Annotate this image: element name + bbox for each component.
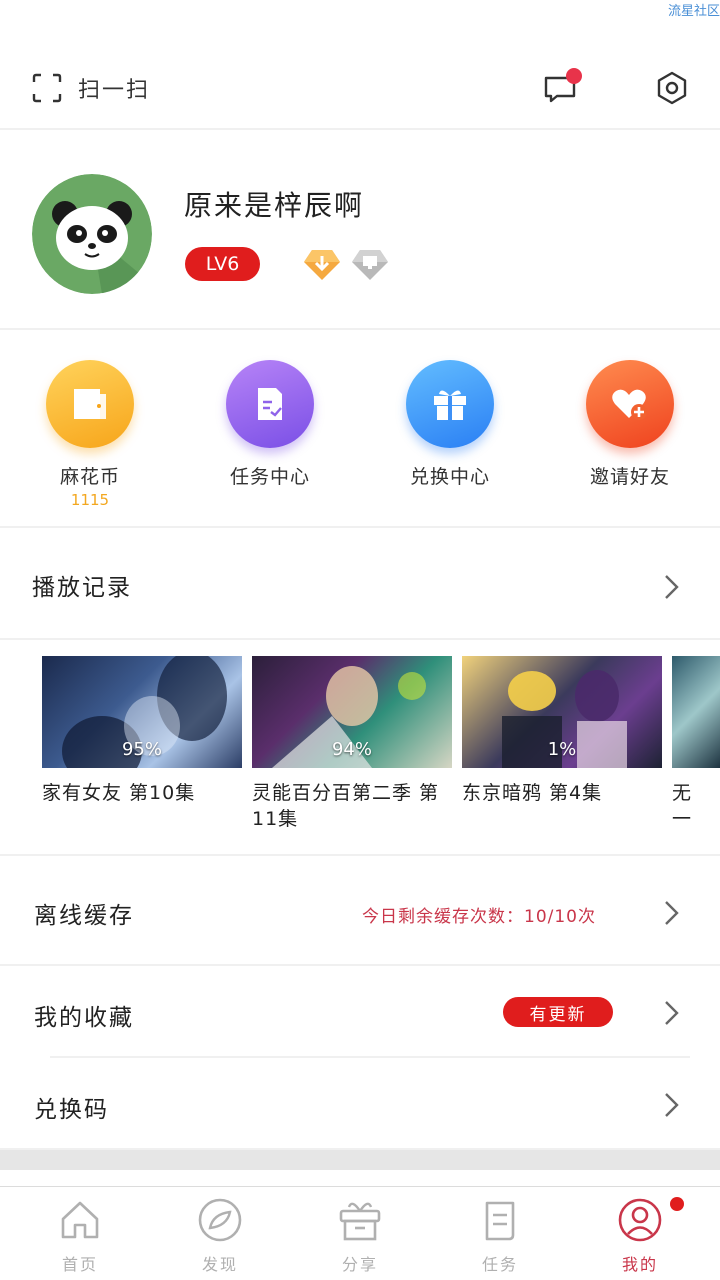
history-title: 家有女友 第10集 [42, 782, 196, 804]
task-doc-icon [226, 360, 314, 448]
chevron-right-icon [665, 1001, 679, 1025]
gift-icon [406, 360, 494, 448]
favorites-row[interactable]: 我的收藏 有更新 [0, 968, 720, 1058]
task-icon [485, 1201, 515, 1241]
home-icon [61, 1201, 99, 1239]
history-progress: 1% [547, 739, 577, 760]
history-title: 无一 [672, 782, 693, 830]
nav-profile[interactable]: 我的 [570, 1197, 710, 1275]
profile-icon [618, 1198, 662, 1242]
nav-share[interactable]: 分享 [290, 1197, 430, 1275]
exchange-center-label: 兑换中心 [409, 466, 490, 488]
scan-label: 扫一扫 [78, 78, 151, 103]
discover-icon [198, 1198, 242, 1242]
offline-cache-row[interactable]: 离线缓存 今日剩余缓存次数：10/10次 [0, 856, 720, 966]
favorites-title: 我的收藏 [34, 1005, 134, 1031]
share-box-icon [339, 1202, 381, 1241]
history-thumbnail: 1% [462, 656, 662, 768]
scan-icon [32, 73, 62, 103]
monitor-diamond-badge-icon[interactable] [350, 244, 390, 284]
history-thumbnail: 95% [42, 656, 242, 768]
history-item[interactable]: 无一 [672, 656, 720, 832]
status-watermark: 流星社区 [667, 4, 720, 19]
coin-balance: 1115 [70, 491, 110, 509]
avatar[interactable] [32, 174, 152, 294]
section-gap [0, 1150, 720, 1170]
task-center-label: 任务中心 [229, 466, 310, 488]
history-thumbnail [672, 656, 720, 768]
history-item[interactable]: 95% 家有女友 第10集 [42, 656, 242, 806]
chevron-right-icon [665, 1093, 679, 1117]
heart-plus-icon [586, 360, 674, 448]
offline-cache-title: 离线缓存 [34, 903, 134, 929]
history-item[interactable]: 94% 灵能百分百第二季 第11集 [252, 656, 452, 832]
nav-discover-label: 发现 [201, 1255, 238, 1274]
nav-tasks[interactable]: 任务 [430, 1197, 570, 1275]
invite-friends-action[interactable]: 邀请好友 [540, 360, 720, 489]
history-thumbnail: 94% [252, 656, 452, 768]
settings-hex-icon[interactable] [654, 70, 690, 106]
chevron-right-icon [665, 901, 679, 925]
history-item[interactable]: 1% 东京暗鸦 第4集 [462, 656, 662, 806]
coin-label: 麻花币 [59, 466, 120, 488]
bottom-nav: 首页 发现 分享 任务 我的 [0, 1186, 720, 1280]
scan-button[interactable]: 扫一扫 [32, 72, 150, 104]
message-unread-dot [566, 68, 582, 84]
history-list: 95% 家有女友 第10集 94% 灵能百分百第二季 第11集 1% 东京暗鸦 … [0, 656, 720, 856]
redeem-code-row[interactable]: 兑换码 [0, 1060, 720, 1150]
profile-card[interactable]: 原来是梓辰啊 LV6 [0, 130, 720, 330]
username: 原来是梓辰啊 [184, 189, 365, 222]
redeem-code-title: 兑换码 [34, 1097, 109, 1123]
nav-home-label: 首页 [61, 1255, 98, 1274]
history-title: 东京暗鸦 第4集 [462, 782, 603, 804]
level-badge[interactable]: LV6 [185, 247, 260, 281]
history-title: 灵能百分百第二季 第11集 [252, 782, 440, 830]
coin-wallet-action[interactable]: 麻花币 1115 [0, 360, 180, 509]
play-history-title: 播放记录 [32, 575, 132, 601]
divider [50, 1056, 690, 1058]
play-history-row[interactable]: 播放记录 [0, 530, 720, 640]
nav-discover[interactable]: 发现 [150, 1197, 290, 1275]
exchange-center-action[interactable]: 兑换中心 [360, 360, 540, 489]
download-diamond-badge-icon[interactable] [302, 244, 342, 284]
nav-profile-dot [670, 1197, 684, 1211]
quick-actions: 麻花币 1115 任务中心 兑换中心 邀请好友 [0, 332, 720, 528]
nav-home[interactable]: 首页 [10, 1197, 150, 1275]
history-progress: 94% [331, 739, 372, 760]
task-center-action[interactable]: 任务中心 [180, 360, 360, 489]
offline-cache-quota: 今日剩余缓存次数：10/10次 [362, 907, 596, 927]
top-bar: 扫一扫 [0, 44, 720, 130]
history-progress: 95% [121, 739, 162, 760]
nav-profile-label: 我的 [621, 1255, 658, 1274]
wallet-icon [46, 360, 134, 448]
chevron-right-icon [665, 575, 679, 599]
nav-share-label: 分享 [341, 1255, 378, 1274]
nav-tasks-label: 任务 [481, 1255, 518, 1274]
update-badge: 有更新 [503, 997, 613, 1027]
invite-friends-label: 邀请好友 [589, 466, 670, 488]
